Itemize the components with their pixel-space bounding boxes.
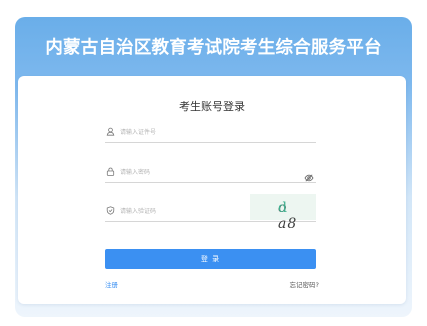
forgot-password-link[interactable]: 忘记密码? [290,279,319,289]
lock-icon [106,167,115,176]
login-card: 考生账号登录 请输入证件号 请输入密码 请输入验证码 o a8 d 登 录 注册… [18,76,406,304]
login-button[interactable]: 登 录 [105,249,316,269]
password-field[interactable]: 请输入密码 [105,164,316,183]
id-number-placeholder: 请输入证件号 [120,129,157,136]
captcha-text-accent: d [278,200,288,216]
verification-code-placeholder: 请输入验证码 [120,208,157,215]
password-placeholder: 请输入密码 [120,169,151,176]
id-number-field[interactable]: 请输入证件号 [105,124,316,143]
shield-icon [106,206,115,215]
page: 内蒙古自治区教育考试院考生综合服务平台 考生账号登录 请输入证件号 请输入密码 [0,0,427,326]
user-icon [106,127,115,136]
login-title: 考生账号登录 [179,100,245,113]
site-title: 内蒙古自治区教育考试院考生综合服务平台 [45,38,382,58]
verification-code-field[interactable]: 请输入验证码 o a8 d [105,194,316,232]
register-link[interactable]: 注册 [105,279,118,289]
captcha-image[interactable]: o a8 d [250,194,316,232]
eye-slash-icon[interactable] [304,167,314,182]
